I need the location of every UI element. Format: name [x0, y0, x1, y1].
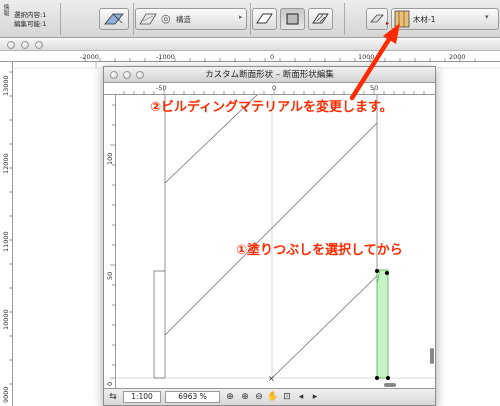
annotation-step1: ①塗りつぶしを選択してから: [236, 243, 403, 258]
annotation-step2: ②ビルディングマテリアルを変更します。: [150, 100, 393, 115]
annotation-arrow: [349, 23, 400, 101]
